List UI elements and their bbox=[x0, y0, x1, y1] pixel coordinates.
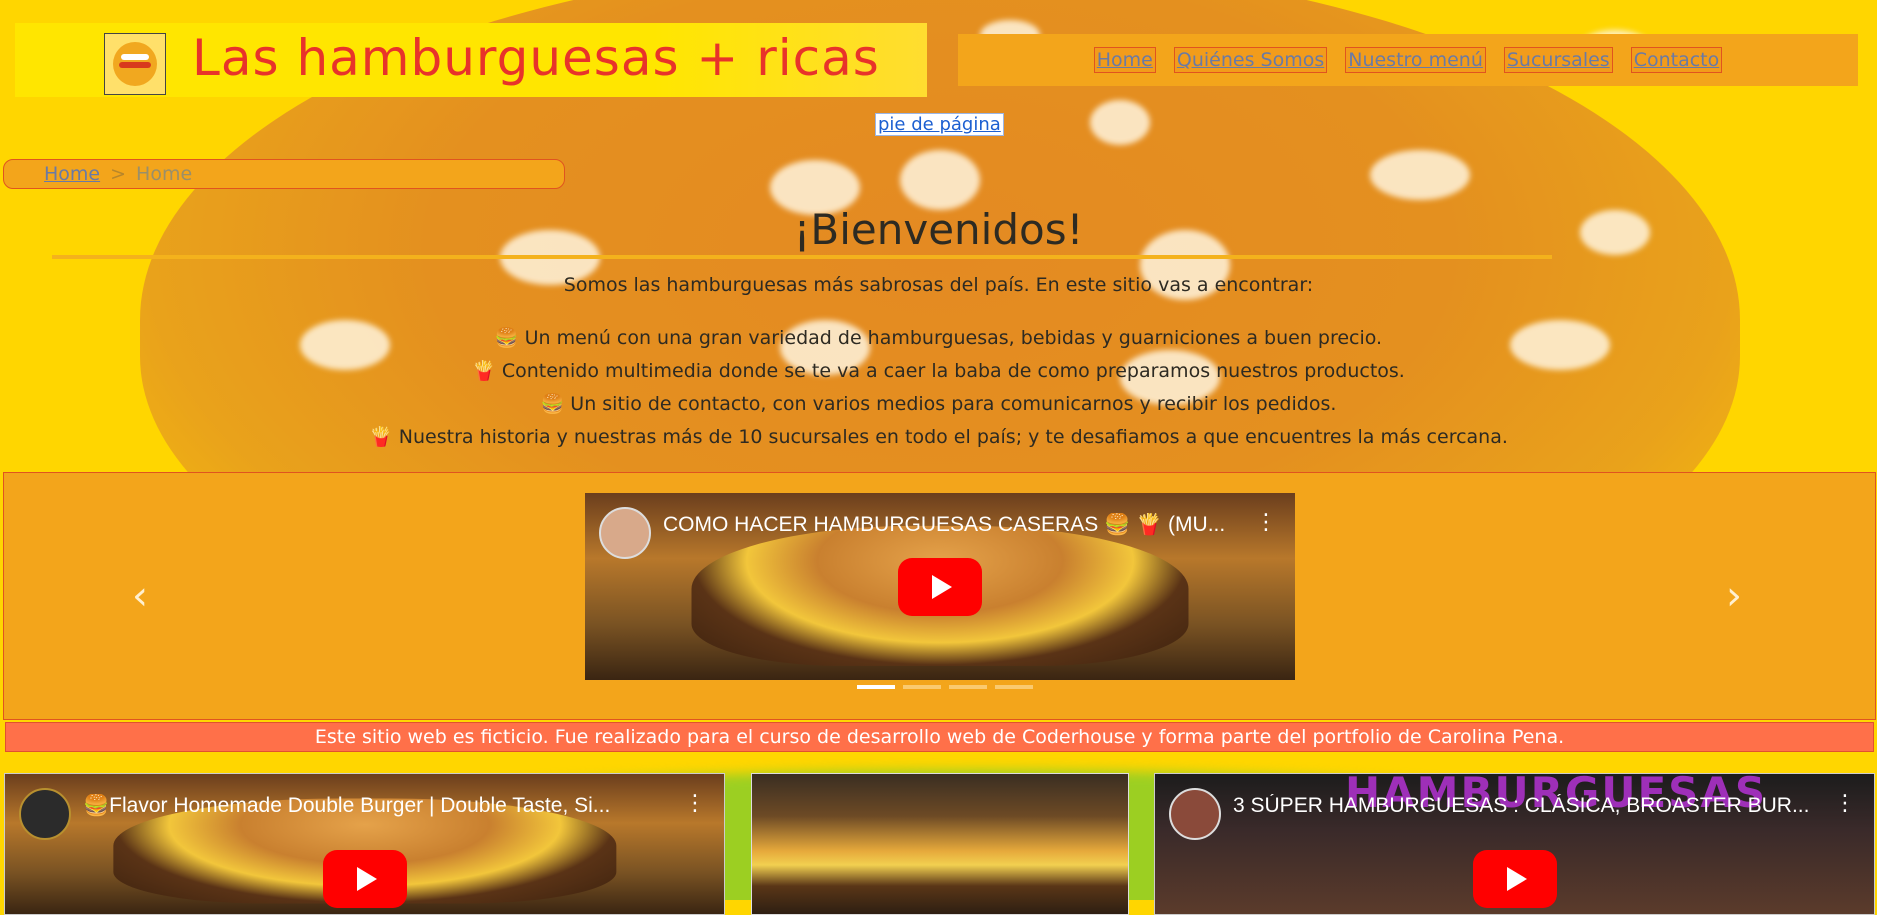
nav-contacto[interactable]: Contacto bbox=[1630, 47, 1723, 73]
footer-skip-link[interactable]: pie de página bbox=[875, 113, 1004, 136]
welcome-section: ¡Bienvenidos! bbox=[0, 205, 1877, 254]
carousel-prev-button[interactable]: ‹ bbox=[132, 573, 148, 619]
video-embed-1[interactable]: 🍔Flavor Homemade Double Burger | Double … bbox=[4, 773, 725, 915]
carousel-video[interactable]: COMO HACER HAMBURGUESAS CASERAS 🍔 🍟 (MU.… bbox=[585, 493, 1295, 680]
carousel-indicators bbox=[857, 685, 1033, 689]
fries-icon: 🍟 bbox=[369, 426, 393, 448]
youtube-play-button[interactable] bbox=[1472, 850, 1557, 908]
video-carousel: ‹ COMO HACER HAMBURGUESAS CASERAS 🍔 🍟 (M… bbox=[3, 472, 1876, 720]
feature-item: 🍟 Contenido multimedia donde se te va a … bbox=[472, 360, 1405, 382]
breadcrumb-current: Home bbox=[136, 163, 193, 185]
breadcrumb: Home > Home bbox=[3, 159, 565, 189]
breadcrumb-separator: > bbox=[110, 163, 127, 185]
carousel-indicator[interactable] bbox=[995, 685, 1033, 689]
channel-avatar[interactable] bbox=[19, 788, 71, 840]
title-divider bbox=[52, 255, 1552, 259]
carousel-indicator[interactable] bbox=[903, 685, 941, 689]
breadcrumb-home-link[interactable]: Home bbox=[44, 163, 100, 185]
nav-nuestro-menu[interactable]: Nuestro menú bbox=[1345, 47, 1486, 73]
burger-logo-icon[interactable] bbox=[104, 33, 166, 95]
feature-item: 🍔 Un menú con una gran variedad de hambu… bbox=[494, 327, 1383, 349]
carousel-indicator[interactable] bbox=[857, 685, 895, 689]
video-title[interactable]: COMO HACER HAMBURGUESAS CASERAS 🍔 🍟 (MU.… bbox=[663, 513, 1235, 537]
nav-quienes-somos[interactable]: Quiénes Somos bbox=[1173, 47, 1328, 73]
more-options-icon[interactable]: ⋮ bbox=[684, 793, 706, 815]
video-embed-2[interactable]: HAMBURGUESAS 3 SÚPER HAMBURGUESAS : CLÁS… bbox=[1154, 773, 1875, 915]
nav-sucursales[interactable]: Sucursales bbox=[1503, 47, 1613, 73]
feature-item: 🍟 Nuestra historia y nuestras más de 10 … bbox=[369, 426, 1508, 448]
channel-avatar[interactable] bbox=[599, 507, 651, 559]
youtube-play-button[interactable] bbox=[322, 850, 407, 908]
more-options-icon[interactable]: ⋮ bbox=[1255, 512, 1277, 534]
video-title[interactable]: 3 SÚPER HAMBURGUESAS : CLÁSICA, BROASTER… bbox=[1233, 794, 1814, 818]
main-nav: Home Quiénes Somos Nuestro menú Sucursal… bbox=[958, 34, 1858, 86]
youtube-play-button[interactable] bbox=[898, 557, 982, 616]
page-title: ¡Bienvenidos! bbox=[793, 205, 1084, 254]
burger-photo bbox=[751, 773, 1129, 915]
carousel-next-button[interactable]: › bbox=[1726, 573, 1742, 619]
nav-home[interactable]: Home bbox=[1093, 47, 1156, 73]
more-options-icon[interactable]: ⋮ bbox=[1834, 793, 1856, 815]
video-title[interactable]: 🍔Flavor Homemade Double Burger | Double … bbox=[83, 794, 664, 818]
channel-avatar[interactable] bbox=[1169, 788, 1221, 840]
feature-item: 🍔 Un sitio de contacto, con varios medio… bbox=[540, 393, 1337, 415]
brand-header: Las hamburguesas + ricas bbox=[15, 23, 927, 97]
feature-list: 🍔 Un menú con una gran variedad de hambu… bbox=[0, 322, 1877, 454]
disclaimer-banner: Este sitio web es ficticio. Fue realizad… bbox=[5, 722, 1874, 752]
site-title: Las hamburguesas + ricas bbox=[192, 29, 880, 87]
intro-text: Somos las hamburguesas más sabrosas del … bbox=[563, 274, 1314, 296]
burger-icon: 🍔 bbox=[540, 393, 565, 415]
carousel-indicator[interactable] bbox=[949, 685, 987, 689]
burger-icon: 🍔 bbox=[494, 327, 519, 349]
fries-icon: 🍟 bbox=[472, 360, 496, 382]
